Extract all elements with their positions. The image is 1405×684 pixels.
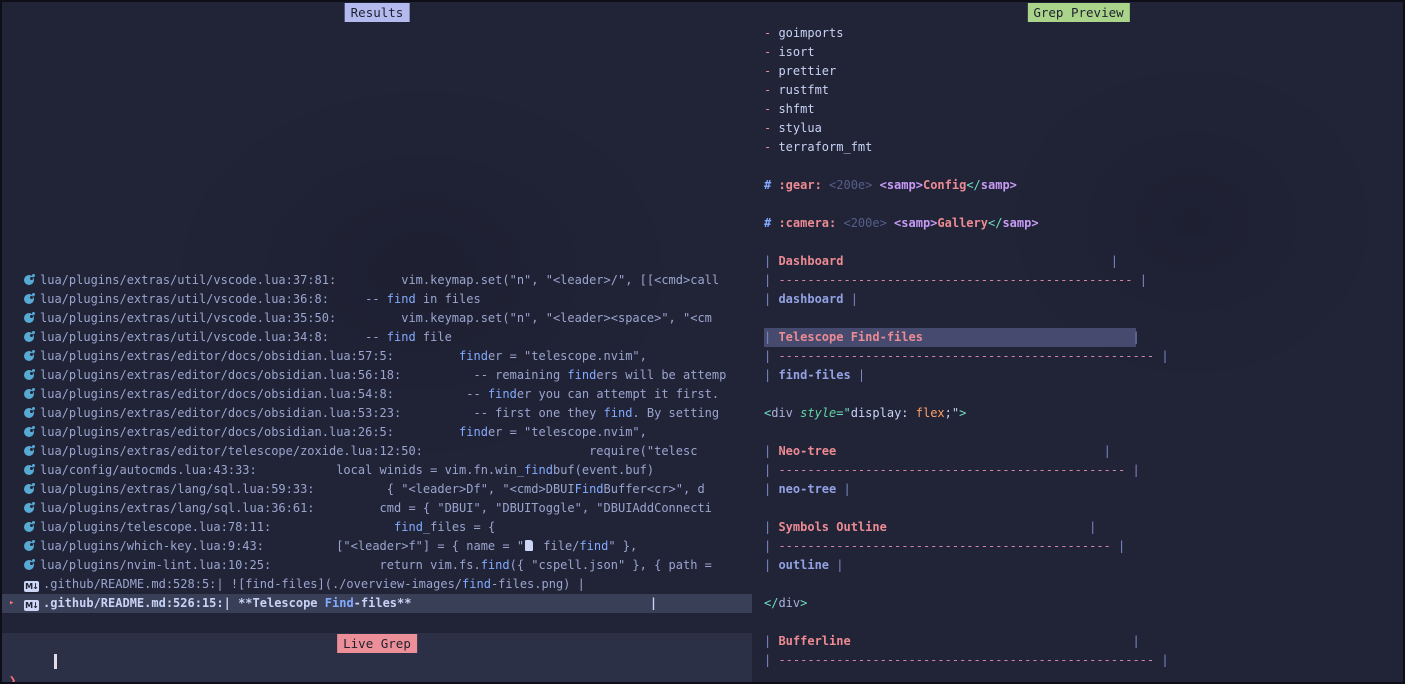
preview-line: | --------------------------------------…: [764, 537, 1405, 556]
result-row[interactable]: M↓.github/README.md:528:5:| ![find-files…: [2, 575, 752, 594]
results-panel: Results lua/plugins/extras/util/vscode.l…: [2, 2, 752, 682]
result-row[interactable]: lua/plugins/extras/util/vscode.lua:34:8:…: [2, 328, 752, 347]
result-row[interactable]: lua/plugins/which-key.lua:9:43: ["<leade…: [2, 537, 752, 556]
lua-icon: [24, 540, 35, 551]
preview-line: # :gear: <200e> <samp>Config</samp>: [764, 176, 1405, 195]
prompt-caret-icon: ❯: [9, 671, 16, 684]
preview-line: | --------------------------------------…: [764, 651, 1405, 670]
preview-line: [764, 195, 1405, 214]
result-row[interactable]: lua/plugins/extras/editor/docs/obsidian.…: [2, 423, 752, 442]
preview-line: | Dashboard |: [764, 252, 1405, 271]
preview-content: - goimports- isort- prettier- rustfmt- s…: [764, 24, 1405, 670]
preview-line-highlighted: | Telescope Find-files |: [764, 328, 1405, 347]
results-panel-title: Results: [345, 3, 410, 22]
prompt-window: Live Grep ❯ find 18 / 18: [2, 633, 752, 682]
preview-line: [764, 423, 1405, 442]
text-cursor: [54, 654, 57, 669]
result-row[interactable]: lua/plugins/extras/util/vscode.lua:36:8:…: [2, 290, 752, 309]
lua-icon: [24, 293, 35, 304]
preview-line: | neo-tree |: [764, 480, 1405, 499]
result-row[interactable]: lua/plugins/extras/util/vscode.lua:35:50…: [2, 309, 752, 328]
prompt-title: Live Grep: [337, 634, 417, 653]
preview-line: [764, 385, 1405, 404]
selection-caret-icon: ▸: [9, 594, 14, 613]
lua-icon: [24, 445, 35, 456]
preview-line: - prettier: [764, 62, 1405, 81]
preview-line: | find-files |: [764, 366, 1405, 385]
preview-line: - shfmt: [764, 100, 1405, 119]
result-row[interactable]: lua/plugins/extras/editor/telescope/zoxi…: [2, 442, 752, 461]
lua-icon: [24, 331, 35, 342]
lua-icon: [24, 483, 35, 494]
telescope-live-grep-window: Results lua/plugins/extras/util/vscode.l…: [0, 0, 1405, 684]
result-row[interactable]: lua/plugins/extras/lang/sql.lua:59:33: {…: [2, 480, 752, 499]
result-row[interactable]: lua/plugins/extras/editor/docs/obsidian.…: [2, 385, 752, 404]
file-icon: [525, 540, 533, 551]
lua-icon: [24, 407, 35, 418]
preview-line: [764, 157, 1405, 176]
lua-icon: [24, 464, 35, 475]
preview-line: [764, 499, 1405, 518]
lua-icon: [24, 426, 35, 437]
result-row-selected[interactable]: ▸M↓.github/README.md:526:15:| **Telescop…: [2, 594, 752, 613]
markdown-icon: M↓: [24, 581, 39, 592]
preview-line: - goimports: [764, 24, 1405, 43]
result-row[interactable]: lua/plugins/extras/editor/docs/obsidian.…: [2, 404, 752, 423]
preview-line: - rustfmt: [764, 81, 1405, 100]
result-row[interactable]: lua/plugins/telescope.lua:78:11: find_fi…: [2, 518, 752, 537]
lua-icon: [24, 350, 35, 361]
preview-panel-title: Grep Preview: [1027, 3, 1129, 22]
preview-line: - terraform_fmt: [764, 138, 1405, 157]
lua-icon: [24, 312, 35, 323]
preview-line: | Bufferline |: [764, 632, 1405, 651]
preview-line: [764, 575, 1405, 594]
result-row[interactable]: lua/plugins/extras/editor/docs/obsidian.…: [2, 366, 752, 385]
preview-line: | Symbols Outline |: [764, 518, 1405, 537]
result-row[interactable]: lua/plugins/extras/util/vscode.lua:37:81…: [2, 271, 752, 290]
markdown-icon: M↓: [24, 600, 39, 611]
preview-line: [764, 233, 1405, 252]
preview-panel: Grep Preview - goimports- isort- prettie…: [752, 2, 1405, 682]
results-list: lua/plugins/extras/util/vscode.lua:37:81…: [2, 271, 752, 613]
result-row[interactable]: lua/plugins/extras/lang/sql.lua:36:61: c…: [2, 499, 752, 518]
preview-line: [764, 613, 1405, 632]
preview-line: | dashboard |: [764, 290, 1405, 309]
lua-icon: [24, 559, 35, 570]
preview-line: # :camera: <200e> <samp>Gallery</samp>: [764, 214, 1405, 233]
preview-line: | --------------------------------------…: [764, 347, 1405, 366]
lua-icon: [24, 369, 35, 380]
lua-icon: [24, 502, 35, 513]
preview-line: <div style="display: flex;">: [764, 404, 1405, 423]
lua-icon: [24, 521, 35, 532]
preview-line: | --------------------------------------…: [764, 271, 1405, 290]
result-row[interactable]: lua/config/autocmds.lua:43:33: local win…: [2, 461, 752, 480]
preview-line: | Neo-tree |: [764, 442, 1405, 461]
lua-icon: [24, 388, 35, 399]
preview-line: | outline |: [764, 556, 1405, 575]
preview-line: [764, 309, 1405, 328]
result-row[interactable]: lua/plugins/nvim-lint.lua:10:25: return …: [2, 556, 752, 575]
preview-line: - stylua: [764, 119, 1405, 138]
preview-line: | --------------------------------------…: [764, 461, 1405, 480]
search-input[interactable]: ❯ find 18 / 18: [2, 652, 752, 671]
lua-icon: [24, 274, 35, 285]
preview-line: - isort: [764, 43, 1405, 62]
preview-line: </div>: [764, 594, 1405, 613]
result-row[interactable]: lua/plugins/extras/editor/docs/obsidian.…: [2, 347, 752, 366]
